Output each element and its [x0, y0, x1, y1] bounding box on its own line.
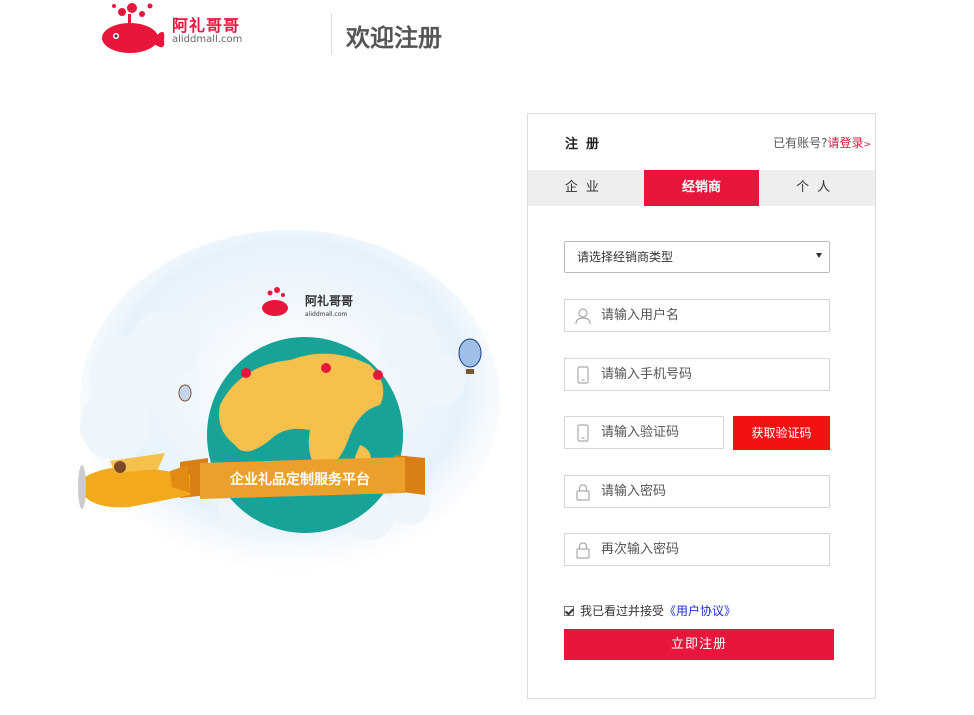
tab-dealer[interactable]: 经销商: [643, 170, 760, 206]
logo-domain: aliddmall.com: [172, 34, 243, 45]
account-type-tabs: 企业 经销商 个人: [528, 170, 875, 206]
lock-icon: [576, 542, 590, 559]
tab-enterprise[interactable]: 企业: [528, 170, 644, 206]
panel-title: 注册: [565, 137, 608, 152]
get-code-button[interactable]: 获取验证码: [733, 416, 830, 450]
phone-placeholder: 请输入手机号码: [601, 367, 693, 382]
login-arrow-icon[interactable]: >: [863, 140, 871, 150]
chevron-down-icon: [816, 253, 822, 258]
password-field[interactable]: 请输入密码: [564, 475, 830, 508]
lock-icon: [576, 484, 590, 501]
user-icon: [575, 308, 591, 325]
confirm-password-field[interactable]: 再次输入密码: [564, 533, 830, 566]
login-prompt-text: 已有账号?: [773, 136, 828, 150]
verification-code-field[interactable]: 请输入验证码: [564, 416, 724, 449]
register-button[interactable]: 立即注册: [564, 629, 834, 660]
agree-text: 我已看过并接受: [580, 604, 665, 618]
page-header: 阿礼哥哥 aliddmall.com 欢迎注册: [0, 0, 974, 70]
illustration-logo-domain: aliddmall.com: [305, 311, 347, 318]
user-agreement-link[interactable]: 《用户协议》: [664, 602, 736, 619]
password-placeholder: 请输入密码: [601, 484, 667, 499]
page-title: 欢迎注册: [346, 24, 442, 52]
dealer-type-select[interactable]: 请选择经销商类型: [564, 241, 830, 273]
login-prompt: 已有账号?请登录>: [773, 134, 871, 151]
confirm-password-placeholder: 再次输入密码: [601, 542, 680, 557]
phone-icon: [577, 366, 589, 384]
agreement-row: 我已看过并接受 《用户协议》: [564, 602, 736, 619]
agree-checkbox[interactable]: [564, 605, 574, 616]
illustration-logo-text: 阿礼哥哥: [305, 293, 353, 308]
logo-text: 阿礼哥哥: [172, 16, 241, 35]
tab-personal[interactable]: 个人: [759, 170, 875, 206]
username-placeholder: 请输入用户名: [601, 308, 680, 323]
platform-illustration: 阿礼哥哥 aliddmall.com 企业礼品定制服务平台: [78, 230, 500, 570]
register-panel: 注册 已有账号?请登录> 企业 经销商 个人 请选择经销商类型 请输入用户名 请…: [527, 113, 876, 699]
banner-text: 企业礼品定制服务平台: [229, 471, 370, 488]
header-divider: [331, 13, 332, 55]
panel-header: 注册 已有账号?请登录>: [528, 114, 875, 170]
username-field[interactable]: 请输入用户名: [564, 299, 830, 332]
dealer-type-value: 请选择经销商类型: [577, 250, 674, 264]
verification-code-placeholder: 请输入验证码: [601, 425, 680, 440]
login-link[interactable]: 请登录: [827, 136, 863, 150]
phone-icon: [577, 424, 589, 442]
phone-field[interactable]: 请输入手机号码: [564, 358, 830, 391]
